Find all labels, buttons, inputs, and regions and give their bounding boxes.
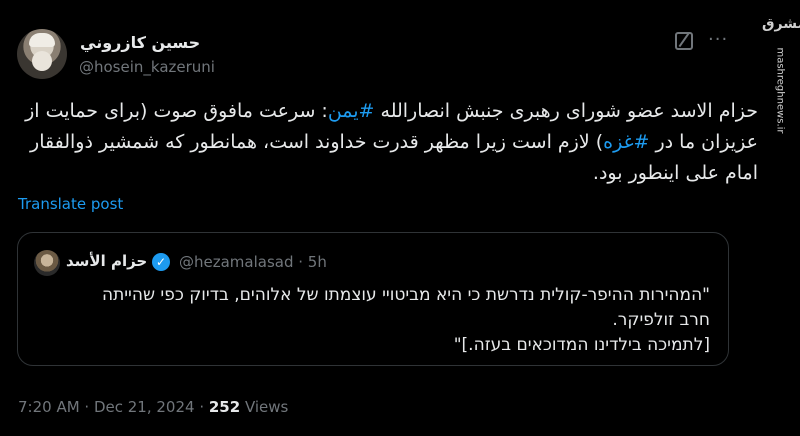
- avatar-beard: [32, 51, 52, 71]
- timestamp[interactable]: 7:20 AM · Dec 21, 2024 ·: [18, 398, 209, 416]
- quoted-author-avatar[interactable]: [34, 250, 60, 276]
- author-handle[interactable]: @hosein_kazeruni: [79, 58, 215, 76]
- author-display-name[interactable]: حسين كازروني: [80, 33, 200, 52]
- quoted-text-line2: חרב זולפיקר.: [612, 310, 710, 330]
- tweet-text: حزام الاسد عضو شورای رهبری جنبش انصارالل…: [18, 96, 758, 189]
- views-label: Views: [240, 398, 289, 416]
- quoted-author-handle-time[interactable]: @hezamalasad · 5h: [179, 253, 327, 271]
- grok-icon[interactable]: [675, 32, 693, 50]
- hashtag-gaza[interactable]: #غزه: [603, 131, 649, 153]
- watermark: مشرق mashreghnews.ir: [762, 10, 800, 140]
- author-avatar[interactable]: [17, 29, 67, 79]
- quoted-tweet-text: "המהירות ההיפר-קולית נדרשת כי היא מביטוי…: [34, 283, 710, 358]
- more-options-icon[interactable]: ···: [708, 30, 730, 50]
- hashtag-yemen[interactable]: #یمن: [328, 100, 375, 122]
- translate-post-link[interactable]: Translate post: [18, 195, 123, 213]
- tweet-text-part1: حزام الاسد عضو شورای رهبری جنبش انصارالل…: [374, 100, 759, 122]
- quoted-tweet[interactable]: حزام الأسد ✓ @hezamalasad · 5h "המהירות …: [17, 232, 729, 366]
- quoted-text-line3: [לתמיכה בילדינו המדוכאים בעזה.]": [453, 335, 710, 355]
- watermark-site: mashreghnews.ir: [774, 47, 786, 134]
- views-count: 252: [208, 398, 241, 416]
- quoted-author-name[interactable]: حزام الأسد: [66, 252, 147, 270]
- avatar-turban: [29, 33, 55, 47]
- tweet-meta: 7:20 AM · Dec 21, 2024 · 252 Views: [18, 398, 288, 416]
- quoted-text-line1: "המהירות ההיפר-קולית נדרשת כי היא מביטוי…: [101, 285, 710, 305]
- verified-badge-icon: ✓: [152, 253, 170, 271]
